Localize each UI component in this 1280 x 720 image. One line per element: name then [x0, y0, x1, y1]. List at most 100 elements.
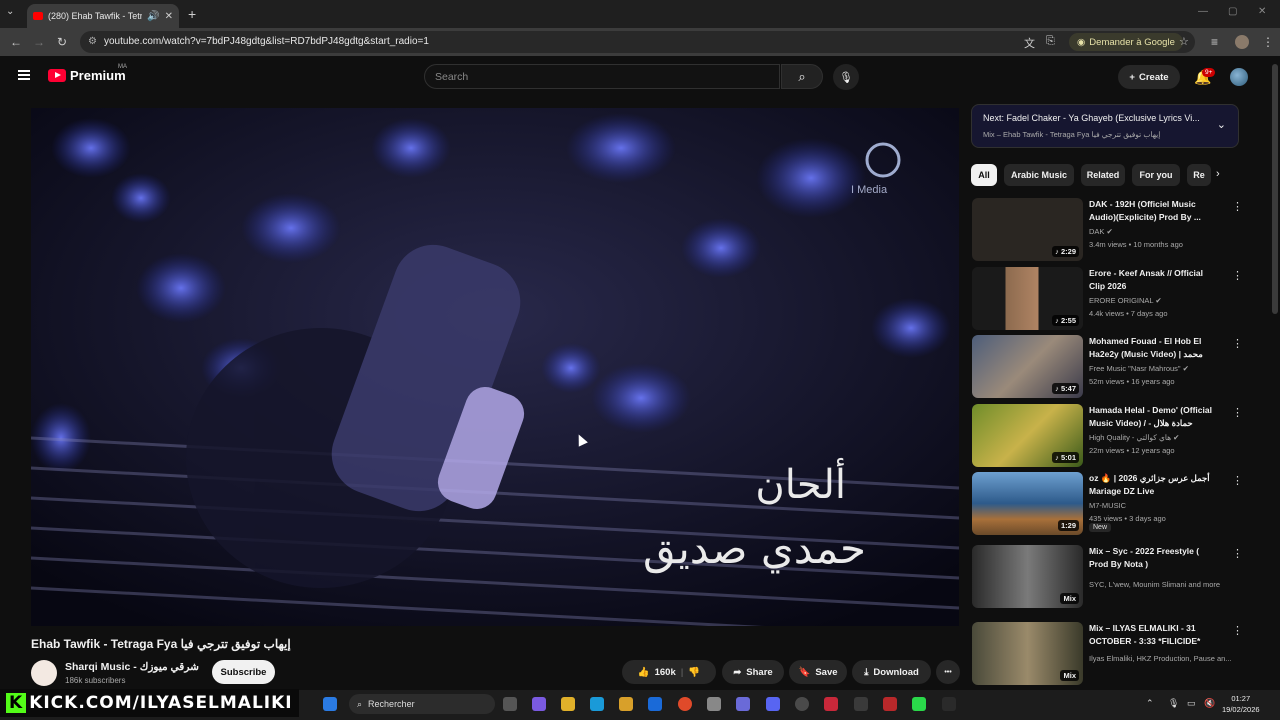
windows-start-icon[interactable]	[323, 697, 337, 711]
video-thumbnail[interactable]: 1:29	[972, 472, 1083, 535]
browser-menu-icon[interactable]: ⋮	[1262, 35, 1274, 49]
chip-for-you[interactable]: For you	[1132, 164, 1180, 186]
search-button[interactable]: ⌕	[781, 64, 823, 89]
mail-icon[interactable]	[648, 697, 662, 711]
video-title[interactable]: Mohamed Fouad - El Hob El Ha2e2y (Music …	[1089, 335, 1219, 360]
discord-icon[interactable]	[766, 697, 780, 711]
network-icon[interactable]: ▭	[1187, 698, 1196, 709]
recommendation-item[interactable]: Mix Mix – Syc - 2022 Freestyle ( Prod By…	[972, 545, 1243, 609]
terminal-icon[interactable]	[707, 697, 721, 711]
channel-name[interactable]: Free Music "Nasr Mahrous" ✔	[1089, 364, 1239, 373]
video-thumbnail[interactable]: ♪ 2:29	[972, 198, 1083, 261]
edge-icon[interactable]	[590, 697, 604, 711]
like-count[interactable]: 160k	[655, 667, 676, 678]
app-icon[interactable]	[883, 697, 897, 711]
video-thumbnail[interactable]: Mix	[972, 545, 1083, 608]
video-thumbnail[interactable]: ♪ 5:47	[972, 335, 1083, 398]
channel-name[interactable]: M7-MUSIC	[1089, 501, 1239, 510]
microphone-tray-icon[interactable]: 🎙	[1168, 698, 1179, 709]
speaker-icon[interactable]: 🔊	[147, 11, 159, 22]
site-info-icon[interactable]: ⚙	[88, 36, 97, 47]
channel-name[interactable]: Ilyas Elmaliki, HKZ Production, Pause an…	[1089, 654, 1239, 663]
channel-name[interactable]: SYC, L'wew, Mounim Slimani and more	[1089, 580, 1239, 589]
tray-chevron-icon[interactable]: ⌃	[1146, 698, 1154, 709]
search-input[interactable]: Search	[424, 64, 780, 89]
new-tab-button[interactable]: +	[188, 6, 196, 22]
page-scrollbar[interactable]	[1272, 64, 1278, 314]
back-icon[interactable]: ←	[10, 35, 22, 49]
app-icon[interactable]	[942, 697, 956, 711]
hamburger-menu-icon[interactable]	[18, 70, 30, 80]
volume-muted-icon[interactable]: 🔇	[1204, 698, 1215, 709]
close-window-icon[interactable]: ✕	[1258, 6, 1266, 17]
obs-icon[interactable]	[795, 697, 809, 711]
system-clock[interactable]: 01:27 19/02/2026	[1222, 693, 1260, 715]
store-icon[interactable]	[619, 697, 633, 711]
download-button[interactable]: ⤓ Download	[852, 660, 931, 684]
channel-name[interactable]: Sharqi Music - شرقي ميوزك	[65, 661, 199, 673]
xbox-icon[interactable]	[736, 697, 750, 711]
recommendation-item[interactable]: ♪ 2:55 Erore - Keef Ansak // Official Cl…	[972, 267, 1243, 331]
video-player[interactable]: I Media ألحان حمدي صديق	[31, 108, 959, 626]
profile-avatar[interactable]	[1235, 35, 1249, 49]
dislike-icon[interactable]: 👎	[688, 667, 700, 678]
video-title[interactable]: Erore - Keef Ansak // Official Clip 2026	[1089, 267, 1219, 292]
video-thumbnail[interactable]: Mix	[972, 622, 1083, 685]
youtube-logo[interactable]: Premium MA	[48, 64, 127, 83]
chip-related[interactable]: Related	[1081, 164, 1125, 186]
app-icon[interactable]	[854, 697, 868, 711]
recommendation-item[interactable]: ♪ 2:29 DAK - 192H (Officiel Music Audio)…	[972, 198, 1243, 262]
more-options-icon[interactable]: ⋮	[1232, 337, 1243, 350]
more-options-icon[interactable]: ⋮	[1232, 406, 1243, 419]
translate-icon[interactable]: 文	[1024, 35, 1035, 51]
chevron-down-icon[interactable]: ⌄	[1217, 118, 1226, 131]
more-options-icon[interactable]: ⋮	[1232, 547, 1243, 560]
adobe-icon[interactable]	[824, 697, 838, 711]
video-thumbnail[interactable]: ♪ 5:01	[972, 404, 1083, 467]
more-options-icon[interactable]: ⋮	[1232, 269, 1243, 282]
bookmark-star-icon[interactable]: ☆	[1179, 35, 1189, 48]
like-icon[interactable]: 👍	[638, 667, 650, 678]
task-view-icon[interactable]	[503, 697, 517, 711]
video-title[interactable]: Hamada Helal - Demo' (Official Music Vid…	[1089, 404, 1219, 429]
tab-list-chevron-icon[interactable]: ⌄	[6, 6, 14, 17]
more-options-icon[interactable]: ⋮	[1232, 624, 1243, 637]
close-tab-icon[interactable]: ✕	[165, 11, 173, 22]
video-title[interactable]: DAK - 192H (Officiel Music Audio)(Explic…	[1089, 198, 1219, 223]
forward-icon[interactable]: →	[33, 35, 45, 49]
chip-truncated[interactable]: Re	[1187, 164, 1211, 186]
ask-google-button[interactable]: ◉ Demander à Google	[1069, 33, 1183, 51]
copilot-icon[interactable]	[532, 697, 546, 711]
channel-name[interactable]: High Quality - هاي كوالتي ✔	[1089, 433, 1239, 442]
taskbar-search[interactable]: ⌕ Rechercher	[349, 694, 495, 714]
video-title[interactable]: oz 🔥 | 2026 أجمل عرس جزائري Mariage DZ L…	[1089, 472, 1219, 497]
file-explorer-icon[interactable]	[561, 697, 575, 711]
save-button[interactable]: 🔖 Save	[789, 660, 847, 684]
address-bar[interactable]: ⚙ youtube.com/watch?v=7bdPJ48gdtg&list=R…	[80, 31, 1195, 53]
recommendation-item[interactable]: ♪ 5:01 Hamada Helal - Demo' (Official Mu…	[972, 404, 1243, 468]
video-thumbnail[interactable]: ♪ 2:55	[972, 267, 1083, 330]
share-button[interactable]: ➦ Share	[722, 660, 784, 684]
account-avatar[interactable]	[1230, 68, 1248, 86]
channel-name[interactable]: DAK ✔	[1089, 227, 1239, 236]
create-button[interactable]: + Create	[1118, 65, 1180, 89]
up-next-panel[interactable]: Next: Fadel Chaker - Ya Ghayeb (Exclusiv…	[971, 104, 1239, 148]
maximize-icon[interactable]: ▢	[1228, 6, 1237, 17]
reading-list-icon[interactable]: ≡	[1211, 35, 1218, 49]
voice-search-button[interactable]: 🎙	[833, 64, 859, 90]
video-title[interactable]: Mix – Syc - 2022 Freestyle ( Prod By Not…	[1089, 545, 1219, 570]
channel-avatar[interactable]	[31, 660, 57, 686]
more-options-icon[interactable]: ⋮	[1232, 200, 1243, 213]
minimize-icon[interactable]: —	[1198, 6, 1208, 17]
chip-arabic-music[interactable]: Arabic Music	[1004, 164, 1074, 186]
subscribe-button[interactable]: Subscribe	[212, 660, 275, 684]
recommendation-item[interactable]: Mix Mix – ILYAS ELMALIKI - 31 OCTOBER - …	[972, 622, 1243, 686]
more-actions-button[interactable]: •••	[936, 660, 960, 684]
video-title[interactable]: Mix – ILYAS ELMALIKI - 31 OCTOBER - 3:33…	[1089, 622, 1219, 647]
channel-name[interactable]: ERORE ORIGINAL ✔	[1089, 296, 1239, 305]
chevron-right-icon[interactable]: ›	[1216, 168, 1220, 180]
install-icon[interactable]: ⎘	[1046, 35, 1055, 48]
recommendation-item[interactable]: 1:29 oz 🔥 | 2026 أجمل عرس جزائري Mariage…	[972, 472, 1243, 536]
kick-app-icon[interactable]	[912, 697, 926, 711]
more-options-icon[interactable]: ⋮	[1232, 474, 1243, 487]
